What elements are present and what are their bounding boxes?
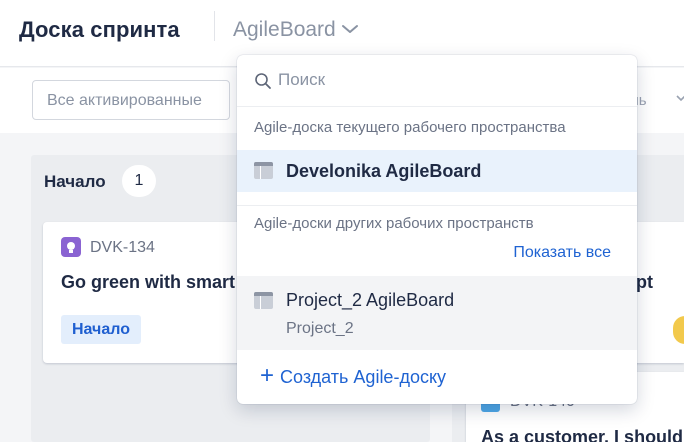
- status-badge[interactable]: Начало: [61, 315, 141, 344]
- issue-key[interactable]: DVK-134: [90, 239, 155, 257]
- story-icon: [61, 237, 81, 257]
- divider: [237, 205, 637, 206]
- board-icon: [254, 162, 273, 179]
- section-label-other: Agile-доски других рабочих пространств: [254, 215, 534, 232]
- issue-title: As a customer, I should: [481, 427, 684, 442]
- board-item-title: Project_2 AgileBoard: [286, 290, 455, 310]
- chevron-down-icon: [341, 25, 358, 33]
- board-switcher-dropdown: Agile-доска текущего рабочего пространст…: [237, 55, 637, 404]
- create-board-label: Создать Agile-доску: [280, 367, 447, 387]
- board-item-title: Develonika AgileBoard: [286, 161, 482, 181]
- chevron-down-icon[interactable]: [676, 93, 684, 103]
- section-label-current: Agile-доска текущего рабочего пространст…: [254, 119, 566, 136]
- column-title: Начало: [44, 172, 106, 191]
- plus-icon: +: [260, 362, 275, 389]
- board-item-other[interactable]: Project_2 AgileBoard Project_2: [237, 276, 637, 350]
- issue-title: Go green with smart: [61, 272, 236, 292]
- board-switcher-label: AgileBoard: [233, 18, 336, 41]
- board-switcher[interactable]: AgileBoard: [233, 18, 359, 42]
- search-icon: [255, 73, 271, 89]
- board-item-current[interactable]: Develonika AgileBoard: [237, 150, 637, 192]
- filter-select-value: Все активированные: [47, 92, 202, 109]
- board-icon: [254, 292, 273, 309]
- create-board-button[interactable]: + Создать Agile-доску: [260, 362, 447, 389]
- board-item-workspace: Project_2: [286, 320, 354, 337]
- filter-select[interactable]: Все активированные: [32, 80, 230, 120]
- column-count-badge: 1: [122, 165, 156, 197]
- header-divider: [214, 11, 215, 41]
- show-all-link[interactable]: Показать все: [513, 244, 611, 262]
- search-box: [237, 55, 637, 107]
- page-title: Доска спринта: [19, 17, 180, 42]
- search-input[interactable]: [278, 67, 618, 93]
